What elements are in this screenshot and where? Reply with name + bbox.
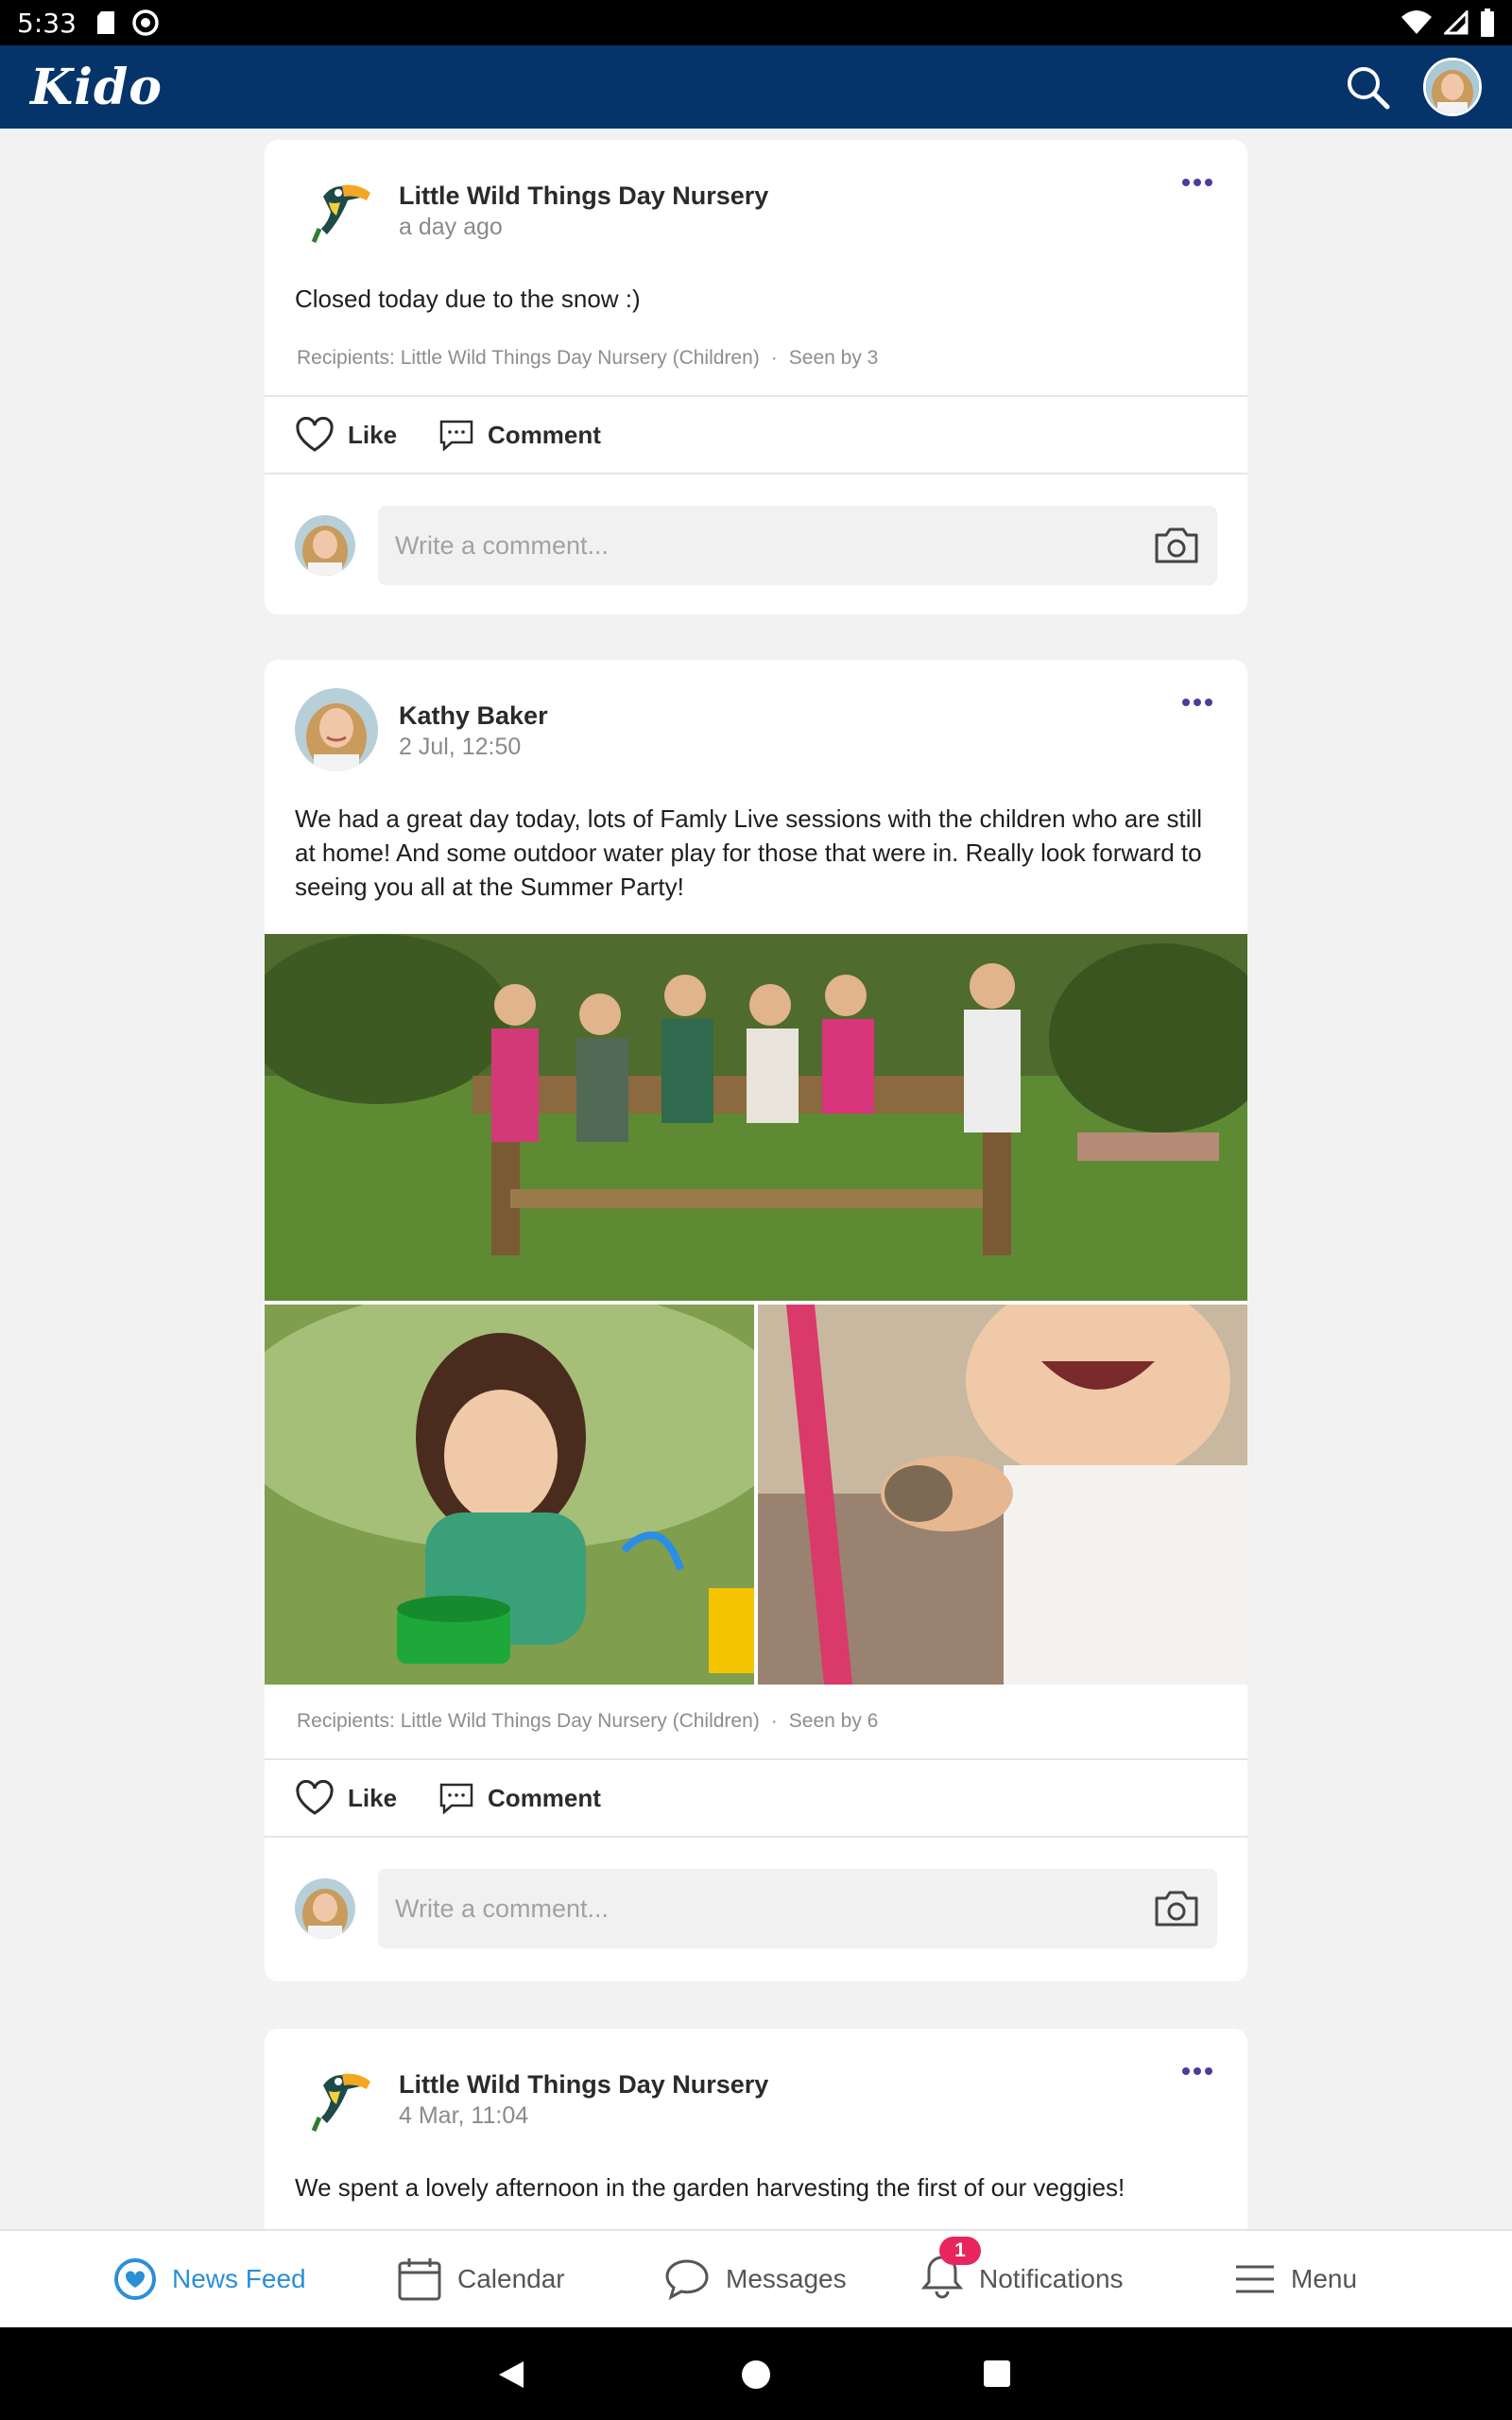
more-options-icon[interactable] — [1181, 698, 1213, 707]
status-time: 5:33 — [17, 7, 77, 39]
battery-icon — [1481, 9, 1494, 37]
nav-notifications[interactable]: 1 Notifications — [920, 2236, 1124, 2306]
messages-icon — [665, 2259, 709, 2301]
home-icon[interactable] — [741, 2360, 771, 2390]
post-time: 4 Mar, 11:04 — [399, 2102, 529, 2129]
status-bar: 5:33 — [0, 0, 1512, 45]
post-recipients: Recipients: Little Wild Things Day Nurse… — [297, 1710, 760, 1732]
app-bar: Kido — [0, 45, 1512, 129]
notifications-badge: 1 — [939, 2236, 981, 2265]
comment-label: Comment — [488, 1783, 601, 1812]
photo-gallery — [265, 934, 1247, 1685]
post-card: Kathy Baker 2 Jul, 12:50 We had a great … — [265, 660, 1247, 1981]
comment-input[interactable] — [395, 1893, 1153, 1924]
meta-separator: · — [770, 1710, 778, 1732]
like-label: Like — [348, 420, 398, 449]
comment-input[interactable] — [395, 530, 1153, 561]
post-actions: Like Comment — [265, 397, 1247, 475]
comment-button[interactable]: Comment — [438, 419, 601, 451]
post-author: Little Wild Things Day Nursery — [399, 182, 769, 210]
post-seen-count[interactable]: Seen by 6 — [789, 1710, 879, 1733]
comment-icon — [439, 1783, 473, 1814]
heart-icon — [296, 417, 334, 452]
nav-menu[interactable]: Menu — [1234, 2263, 1357, 2295]
system-navigation-bar — [0, 2327, 1512, 2420]
nav-calendar[interactable]: Calendar — [397, 2256, 565, 2302]
search-icon[interactable] — [1344, 63, 1391, 111]
comment-composer — [265, 475, 1247, 616]
nav-messages[interactable]: Messages — [663, 2257, 847, 2301]
comment-button[interactable]: Comment — [438, 1782, 601, 1814]
cell-signal-icon — [1444, 10, 1469, 35]
post-meta: Recipients: Little Wild Things Day Nurse… — [265, 321, 1247, 397]
like-label: Like — [348, 1783, 398, 1812]
camera-icon[interactable] — [1153, 526, 1200, 565]
more-options-icon[interactable] — [1181, 178, 1213, 187]
nav-news-feed[interactable]: News Feed — [113, 2257, 306, 2301]
comment-composer — [265, 1838, 1247, 1979]
nav-menu-label: Menu — [1291, 2264, 1358, 2293]
sd-card-icon — [96, 11, 114, 34]
profile-avatar[interactable] — [1423, 58, 1482, 116]
user-avatar — [295, 1878, 355, 1939]
meta-separator: · — [770, 347, 778, 369]
at-sync-icon — [132, 9, 159, 36]
post-actions: Like Comment — [265, 1760, 1247, 1838]
post-author: Kathy Baker — [399, 701, 548, 730]
calendar-icon — [398, 2258, 441, 2301]
post-body: We spent a lovely afternoon in the garde… — [295, 2173, 1125, 2202]
post-seen-count[interactable]: Seen by 3 — [789, 347, 879, 370]
camera-icon[interactable] — [1153, 1889, 1200, 1928]
comment-field — [378, 1869, 1217, 1948]
back-icon[interactable] — [497, 2360, 525, 2390]
wifi-icon — [1401, 10, 1432, 34]
nav-notifications-label: Notifications — [979, 2264, 1124, 2293]
nav-news-feed-label: News Feed — [172, 2264, 306, 2293]
nursery-toucan-avatar — [295, 2057, 378, 2140]
app-logo: Kido — [30, 58, 163, 116]
nursery-toucan-avatar — [295, 168, 378, 251]
author-avatar — [295, 688, 378, 771]
nav-calendar-label: Calendar — [457, 2264, 565, 2293]
recents-icon[interactable] — [983, 2360, 1011, 2388]
post-author: Little Wild Things Day Nursery — [399, 2070, 769, 2099]
post-card: Little Wild Things Day Nursery a day ago… — [265, 140, 1247, 614]
heart-icon — [296, 1780, 334, 1815]
like-button[interactable]: Like — [295, 417, 397, 453]
user-avatar — [295, 515, 355, 576]
notifications-icon-wrap: 1 — [920, 2236, 981, 2306]
like-button[interactable]: Like — [295, 1780, 397, 1816]
photo-boy-with-sand[interactable] — [758, 1305, 1247, 1685]
menu-icon — [1236, 2265, 1274, 2293]
post-time: a day ago — [399, 214, 503, 240]
post-time: 2 Jul, 12:50 — [399, 734, 522, 760]
bottom-navigation: News Feed Calendar Messages 1 Notificati… — [0, 2229, 1512, 2327]
more-options-icon[interactable] — [1181, 2066, 1213, 2076]
post-recipients: Recipients: Little Wild Things Day Nurse… — [297, 347, 760, 369]
post-body: We had a great day today, lots of Famly … — [295, 804, 1203, 901]
photo-water-play-table[interactable] — [265, 934, 1247, 1301]
post-body: Closed today due to the snow :) — [295, 285, 641, 313]
post-meta: Recipients: Little Wild Things Day Nurse… — [265, 1685, 1247, 1760]
nav-messages-label: Messages — [726, 2264, 847, 2293]
comment-label: Comment — [488, 420, 601, 449]
comment-icon — [439, 420, 473, 451]
comment-field — [378, 506, 1217, 585]
news-feed-icon — [114, 2258, 156, 2300]
photo-girl-with-bucket[interactable] — [265, 1305, 754, 1685]
